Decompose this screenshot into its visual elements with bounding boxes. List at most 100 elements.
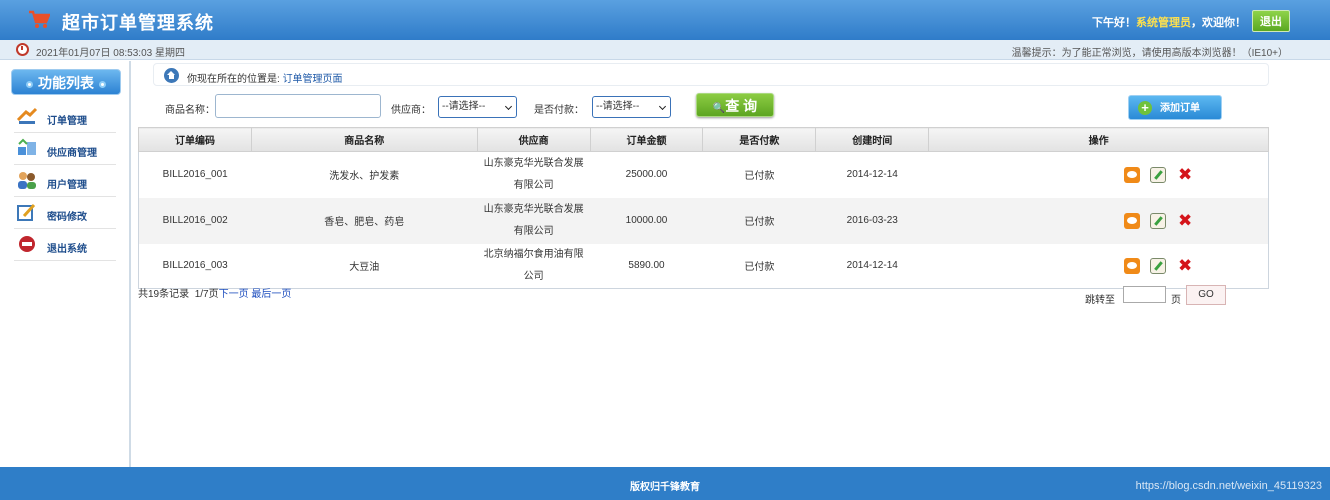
logout-button[interactable]: 退出 bbox=[1252, 10, 1290, 32]
jump-label: 跳转至 bbox=[1085, 295, 1115, 306]
supplier-icon bbox=[18, 138, 36, 155]
next-page-link[interactable]: 下一页 bbox=[219, 289, 249, 300]
greeting-suffix: ，欢迎你！ bbox=[1191, 17, 1246, 29]
breadcrumb: 你现在所在的位置是: 订单管理页面 bbox=[153, 63, 1269, 86]
copyright: 版权归千锋教育 bbox=[630, 482, 700, 493]
column-header: 供应商 bbox=[476, 127, 591, 152]
sidebar-item-label: 密码修改 bbox=[47, 212, 87, 223]
delete-icon[interactable]: ✖ bbox=[1177, 257, 1193, 274]
query-button[interactable]: 🔍查 询 bbox=[696, 93, 774, 117]
column-header: 创建时间 bbox=[815, 127, 930, 152]
sidebar-item-suppliers[interactable]: 供应商管理 bbox=[14, 133, 116, 165]
bullet-icon bbox=[26, 80, 33, 88]
chevron-down-icon bbox=[658, 102, 667, 111]
add-order-label: 添加订单 bbox=[1160, 103, 1200, 114]
created-date: 2016-03-23 bbox=[815, 197, 929, 244]
app-title: 超市订单管理系统 bbox=[62, 13, 214, 33]
order-amount: 10000.00 bbox=[590, 197, 703, 244]
record-total: 共19条记录 bbox=[138, 289, 190, 300]
column-header: 操作 bbox=[928, 127, 1269, 152]
product-name: 大豆油 bbox=[251, 243, 478, 288]
supplier-label: 供应商： bbox=[391, 105, 431, 116]
product-name: 洗发水、护发素 bbox=[251, 151, 478, 198]
orders-table: 订单编码 商品名称 供应商 订单金额 是否付款 创建时间 操作 BILL2016… bbox=[138, 127, 1269, 289]
username: 系统管理员 bbox=[1136, 17, 1191, 29]
sidebar-item-label: 供应商管理 bbox=[47, 148, 97, 159]
sidebar-item-exit[interactable]: 退出系统 bbox=[14, 229, 116, 261]
order-amount: 25000.00 bbox=[590, 151, 703, 198]
delete-icon[interactable]: ✖ bbox=[1177, 166, 1193, 183]
column-header: 是否付款 bbox=[702, 127, 817, 152]
clock-icon bbox=[16, 43, 29, 56]
watermark: https://blog.csdn.net/weixin_45119323 bbox=[1135, 480, 1322, 492]
edit-icon[interactable] bbox=[1150, 257, 1167, 274]
sidebar-item-orders[interactable]: 订单管理 bbox=[14, 101, 116, 133]
sidebar-item-password[interactable]: 密码修改 bbox=[14, 197, 116, 229]
view-icon[interactable] bbox=[1123, 257, 1140, 274]
page-jump: 跳转至 页 GO bbox=[1085, 285, 1230, 306]
paid-status: 已付款 bbox=[702, 197, 816, 244]
breadcrumb-text: 你现在所在的位置是: 订单管理页面 bbox=[187, 70, 343, 85]
sidebar-item-label: 退出系统 bbox=[47, 244, 87, 255]
footer: 版权归千锋教育 https://blog.csdn.net/weixin_451… bbox=[0, 467, 1330, 500]
sidebar-item-users[interactable]: 用户管理 bbox=[14, 165, 116, 197]
column-header: 订单编码 bbox=[138, 127, 252, 152]
order-code: BILL2016_003 bbox=[138, 243, 252, 288]
edit-icon[interactable] bbox=[1150, 212, 1167, 229]
go-button[interactable]: GO bbox=[1186, 285, 1226, 305]
table-row: BILL2016_002 香皂、肥皂、药皂 山东豪克华光联合发展有限公司 100… bbox=[138, 197, 1269, 244]
sidebar-title: 功能列表 bbox=[11, 69, 121, 95]
edit-icon[interactable] bbox=[1150, 166, 1167, 183]
paid-status: 已付款 bbox=[702, 243, 816, 288]
add-order-button[interactable]: + 添加订单 bbox=[1128, 95, 1222, 120]
top-header: 超市订单管理系统 下午好！系统管理员，欢迎你！ 退出 bbox=[0, 0, 1330, 40]
shopping-cart-icon bbox=[29, 10, 50, 28]
delete-icon[interactable]: ✖ bbox=[1177, 212, 1193, 229]
query-button-label: 查 询 bbox=[725, 98, 758, 114]
last-page-link[interactable]: 最后一页 bbox=[251, 289, 291, 300]
search-icon: 🔍 bbox=[712, 103, 726, 114]
row-actions: ✖ bbox=[928, 197, 1269, 244]
product-name: 香皂、肥皂、药皂 bbox=[251, 197, 478, 244]
paid-select[interactable]: --请选择-- bbox=[592, 96, 671, 118]
paid-select-value: --请选择-- bbox=[596, 101, 640, 112]
paid-label: 是否付款： bbox=[534, 105, 584, 116]
order-amount: 5890.00 bbox=[590, 243, 703, 288]
exit-icon bbox=[19, 236, 35, 252]
breadcrumb-current: 订单管理页面 bbox=[282, 74, 343, 85]
created-date: 2014-12-14 bbox=[815, 151, 929, 198]
home-icon bbox=[164, 68, 179, 83]
table-row: BILL2016_001 洗发水、护发素 山东豪克华光联合发展有限公司 2500… bbox=[138, 151, 1269, 198]
table-header-row: 订单编码 商品名称 供应商 订单金额 是否付款 创建时间 操作 bbox=[138, 127, 1269, 152]
info-bar: 2021年01月07日 08:53:03 星期四 温馨提示：为了能正常浏览，请使… bbox=[0, 40, 1330, 60]
table-row: BILL2016_003 大豆油 北京纳福尔食用油有限公司 5890.00 已付… bbox=[138, 243, 1269, 288]
product-name-label: 商品名称： bbox=[165, 105, 215, 116]
search-bar: 商品名称： 供应商： --请选择-- 是否付款： --请选择-- 🔍查 询 + … bbox=[138, 88, 1269, 124]
bullet-icon bbox=[99, 80, 106, 88]
view-icon[interactable] bbox=[1123, 166, 1140, 183]
users-icon bbox=[18, 172, 36, 189]
product-name-input[interactable] bbox=[215, 94, 381, 118]
page-unit-label: 页 bbox=[1171, 295, 1181, 306]
row-actions: ✖ bbox=[928, 151, 1269, 198]
sidebar-title-label: 功能列表 bbox=[38, 75, 94, 91]
page-number-input[interactable] bbox=[1123, 286, 1166, 303]
row-actions: ✖ bbox=[928, 243, 1269, 288]
supplier-name: 山东豪克华光联合发展有限公司 bbox=[477, 151, 591, 198]
order-code: BILL2016_002 bbox=[138, 197, 252, 244]
plus-icon: + bbox=[1138, 101, 1152, 115]
supplier-select-value: --请选择-- bbox=[442, 101, 486, 112]
paid-status: 已付款 bbox=[702, 151, 816, 198]
created-date: 2014-12-14 bbox=[815, 243, 929, 288]
order-code: BILL2016_001 bbox=[138, 151, 252, 198]
supplier-select[interactable]: --请选择-- bbox=[438, 96, 517, 118]
password-icon bbox=[17, 203, 36, 221]
chevron-down-icon bbox=[504, 102, 513, 111]
breadcrumb-prefix: 你现在所在的位置是: bbox=[187, 74, 280, 85]
supplier-name: 山东豪克华光联合发展有限公司 bbox=[477, 197, 591, 244]
browser-tip: 温馨提示：为了能正常浏览，请使用高版本浏览器！（IE10+） bbox=[1011, 48, 1288, 59]
view-icon[interactable] bbox=[1123, 212, 1140, 229]
pagination-info: 共19条记录 1/7页下一页 最后一页 bbox=[138, 285, 291, 300]
order-icon bbox=[16, 107, 38, 124]
page-indicator: 1/7页 bbox=[194, 289, 219, 300]
